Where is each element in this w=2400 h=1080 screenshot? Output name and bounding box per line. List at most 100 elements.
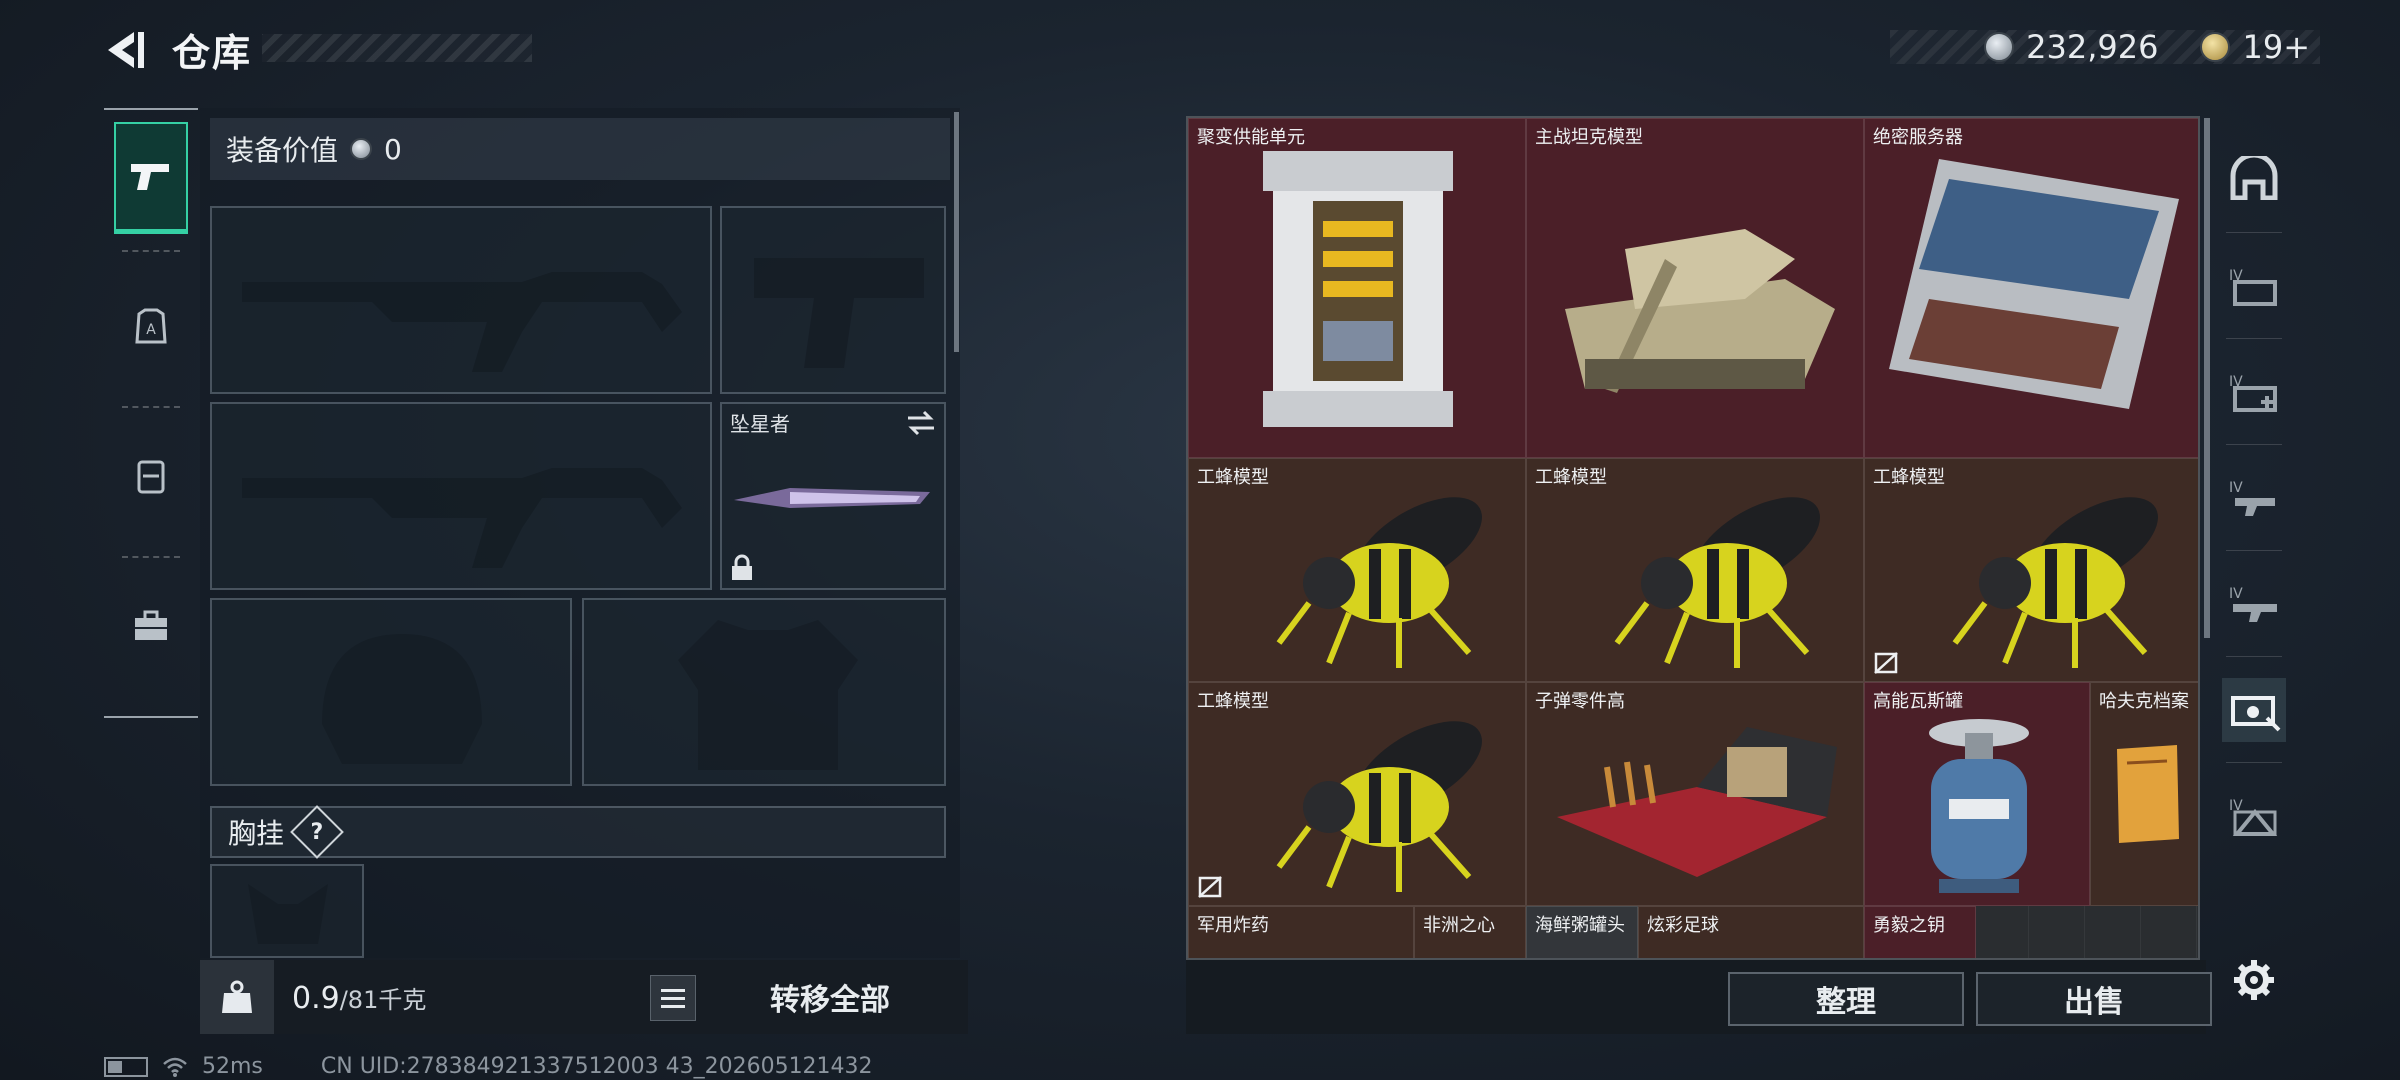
weight-current: 0.9 <box>292 981 340 1016</box>
rifle-silhouette-icon <box>242 468 682 568</box>
secondary-weapon-slot[interactable] <box>210 402 712 590</box>
settings-button[interactable] <box>2222 948 2286 1012</box>
stash-item-seafood-porridge-can[interactable]: 海鲜粥罐头 <box>1526 906 1638 958</box>
uid-text: CN UID:278384921337512003 43_20260512143… <box>320 1054 873 1079</box>
rifle-case-icon: IV <box>2229 586 2277 622</box>
body-armor-slot[interactable] <box>582 598 946 786</box>
weight-icon-box <box>200 960 274 1034</box>
equipment-value-bar: 装备价值 0 <box>210 118 950 180</box>
worker-bee-model-icon <box>1276 721 1482 892</box>
stash-item-ammo-parts[interactable]: 子弹零件高 <box>1526 682 1864 906</box>
stash-page-1[interactable]: IV <box>2222 254 2286 318</box>
equipment-value-label: 装备价值 <box>226 134 339 167</box>
gear-case-icon <box>2231 696 2281 732</box>
swap-icon[interactable] <box>906 410 936 436</box>
helmet-silhouette-icon <box>322 634 482 764</box>
coin-icon <box>350 138 373 160</box>
stash-item-worker-bee-model[interactable]: 工蜂模型 <box>1526 458 1864 682</box>
chest-rig-slot[interactable] <box>210 864 364 958</box>
weight-icon <box>222 980 252 1013</box>
stash-scrollbar[interactable] <box>2204 118 2210 638</box>
status-bar: 52ms CN UID:278384921337512003 43_202605… <box>104 1054 873 1079</box>
sidearm-slot[interactable] <box>720 206 946 394</box>
stash-page-2[interactable]: IV <box>2222 360 2286 424</box>
svg-text:IV: IV <box>2229 480 2243 496</box>
worker-bee-model-icon <box>1952 497 2158 668</box>
melee-slot[interactable]: 坠星者 <box>720 402 946 590</box>
tab-backpack[interactable] <box>114 420 188 532</box>
worker-bee-model-icon <box>1614 497 1820 668</box>
stash-home-button[interactable] <box>2222 146 2286 210</box>
chest-rig-header: 胸挂 ? <box>210 805 946 859</box>
stash-item-military-explosive[interactable]: 军用炸药 <box>1188 906 1414 958</box>
back-arrow-icon <box>108 32 144 68</box>
coin-icon <box>1984 32 2015 62</box>
lock-icon <box>732 554 752 580</box>
stash-item-heart-of-africa[interactable]: 非洲之心 <box>1414 906 1526 958</box>
fusion-power-unit-icon <box>1263 151 1453 427</box>
tab-weapons[interactable] <box>114 122 188 234</box>
stash-page-6[interactable]: IV <box>2222 784 2286 848</box>
stash-grid: 聚变供能单元 主战坦克模型 绝密服务器 工蜂模型 工蜂模型 工蜂模型 工蜂模型 … <box>1186 116 2200 960</box>
gas-canister-icon <box>1929 719 2029 893</box>
sell-button[interactable]: 出售 <box>1976 972 2212 1026</box>
worker-bee-model-icon <box>1276 497 1482 668</box>
tab-armor[interactable]: A <box>114 270 188 382</box>
back-button[interactable] <box>100 28 148 72</box>
medical-case-icon: IV <box>2229 374 2277 412</box>
carry-weight: 0.9/81千克 <box>292 980 426 1016</box>
stash-page-rail: IV IV IV IV IV <box>2214 116 2294 1036</box>
no-insurance-icon <box>1874 652 1898 674</box>
primary-weapon-slot[interactable] <box>210 206 712 394</box>
stash-item-worker-bee-model[interactable]: 工蜂模型 <box>1864 458 2198 682</box>
stash-item-fusion-power-unit[interactable]: 聚变供能单元 <box>1188 118 1526 458</box>
tab-case[interactable] <box>114 570 188 682</box>
stash-item-tank-model[interactable]: 主战坦克模型 <box>1526 118 1864 458</box>
wifi-icon <box>163 1057 187 1077</box>
knife-icon <box>734 488 930 508</box>
equipment-scrollbar[interactable] <box>954 112 959 352</box>
server-icon <box>1889 159 2179 409</box>
vest-silhouette-icon <box>678 620 858 770</box>
stash-item-key-of-valor[interactable]: 勇毅之钥 <box>1864 906 1976 958</box>
backpack-icon <box>137 460 165 494</box>
title-decoration <box>262 34 532 62</box>
pistol-icon <box>131 163 169 190</box>
gear-icon <box>2234 960 2274 1000</box>
no-insurance-icon <box>1198 876 1222 898</box>
battery-icon <box>104 1056 148 1077</box>
tank-model-icon <box>1565 229 1835 393</box>
armor-icon: A <box>135 308 167 344</box>
coin-balance: 232,926 <box>2026 28 2159 66</box>
ping-value: 52ms <box>202 1054 263 1079</box>
equipment-value: 0 <box>384 132 402 166</box>
container-icon: IV <box>2229 798 2278 836</box>
weight-max: /81千克 <box>339 986 427 1014</box>
stash-item-colorful-soccer-ball[interactable]: 炫彩足球 <box>1638 906 1864 958</box>
weapon-case-icon: IV <box>2229 480 2275 516</box>
svg-text:A: A <box>146 322 156 338</box>
rifle-silhouette-icon <box>242 272 682 372</box>
stash-item-haavk-documents[interactable]: 哈夫克档案 <box>2090 682 2198 906</box>
melee-slot-label: 坠星者 <box>730 412 790 436</box>
briefcase-icon <box>135 610 167 640</box>
list-view-button[interactable] <box>650 975 696 1021</box>
helmet-slot[interactable] <box>210 598 572 786</box>
stash-item-server[interactable]: 绝密服务器 <box>1864 118 2198 458</box>
ammo-parts-icon <box>1557 727 1837 877</box>
stash-page-3[interactable]: IV <box>2222 466 2286 530</box>
stash-item-gas-canister[interactable]: 高能瓦斯罐 <box>1864 682 2090 906</box>
loadout-tab-rail: A <box>104 108 198 718</box>
page-title: 仓库 <box>172 31 253 75</box>
ticket-balance[interactable]: 19+ <box>2242 28 2310 66</box>
stash-item-worker-bee-model[interactable]: 工蜂模型 <box>1188 458 1526 682</box>
transfer-all-button[interactable]: 转移全部 <box>700 962 960 1032</box>
stash-item-worker-bee-model[interactable]: 工蜂模型 <box>1188 682 1526 906</box>
stash-page-4[interactable]: IV <box>2222 572 2286 636</box>
help-icon[interactable]: ? <box>290 805 344 859</box>
help-mark: ? <box>310 819 324 845</box>
chest-rig-silhouette-icon <box>248 884 328 944</box>
stash-page-5[interactable] <box>2222 678 2286 742</box>
sort-button[interactable]: 整理 <box>1728 972 1964 1026</box>
documents-icon <box>2117 745 2179 843</box>
